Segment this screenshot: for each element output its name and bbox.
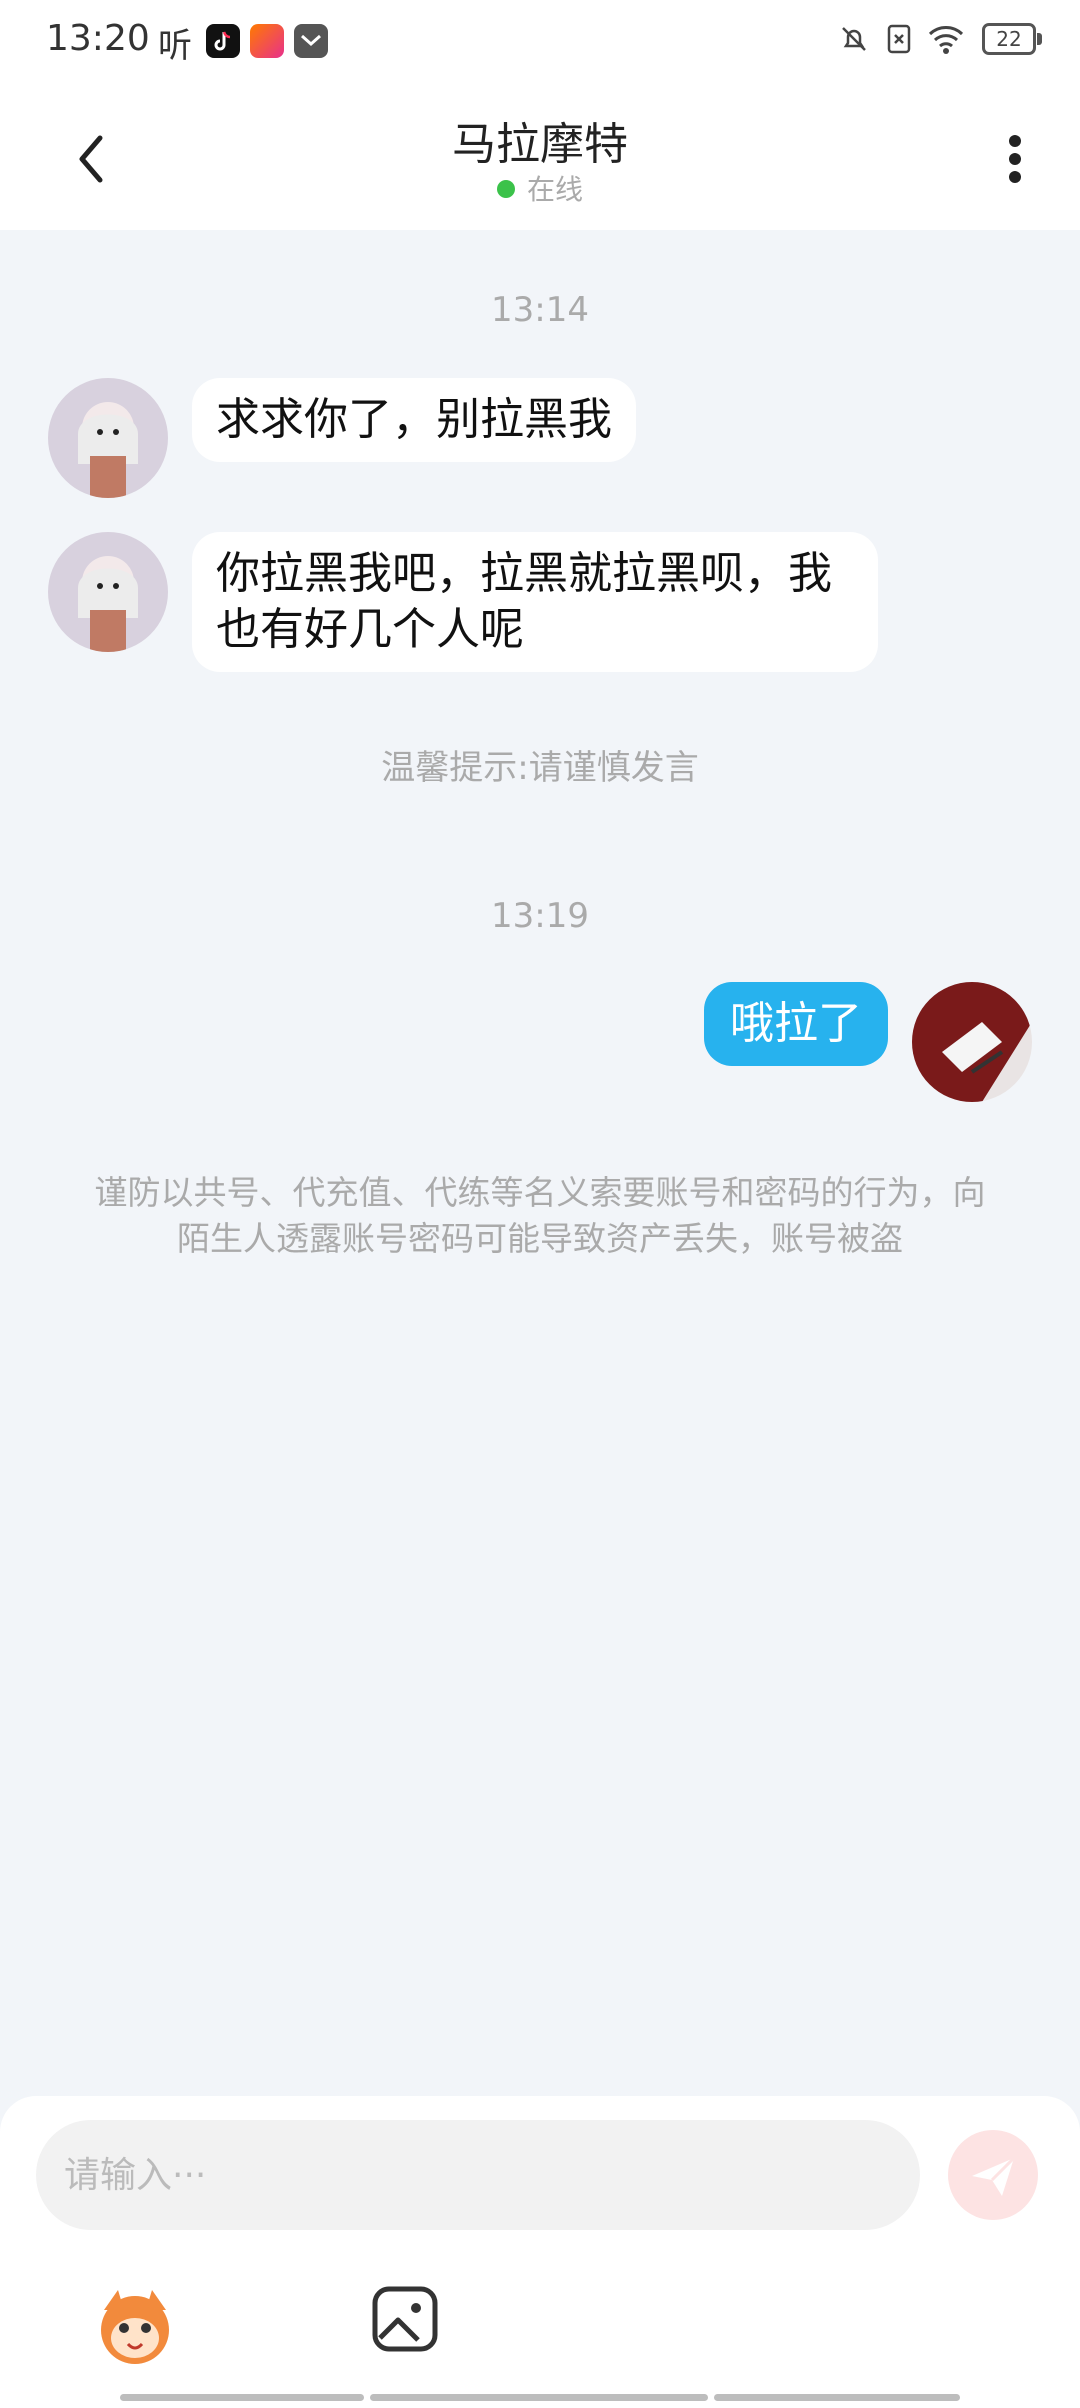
online-dot <box>496 180 515 198</box>
emoji-mascot-icon <box>101 2290 169 2364</box>
bell-off-icon <box>841 27 866 51</box>
app-icon-gray <box>294 24 328 58</box>
image-icon <box>372 2286 438 2352</box>
contact-avatar[interactable] <box>48 532 168 652</box>
emoji-button[interactable] <box>90 2280 180 2370</box>
image-button[interactable] <box>370 2284 440 2354</box>
nav-segment <box>714 2394 960 2401</box>
status-icons: 22 <box>829 22 1042 62</box>
my-avatar[interactable] <box>912 982 1032 1102</box>
chat-area[interactable]: 13:14 求求你了，别拉黑我 你拉黑我吧，拉黑就拉黑呗，我也有好几个人呢 温馨… <box>0 230 1080 2100</box>
message-timestamp: 13:14 <box>491 290 589 330</box>
status-time: 13:20 <box>46 18 150 59</box>
contact-name: 马拉摩特 <box>452 119 628 170</box>
gesture-bar <box>0 2394 1080 2402</box>
security-warning: 谨防以共号、代充值、代练等名义索要账号和密码的行为，向陌生人透露账号密码可能导致… <box>94 1173 986 1258</box>
wifi-icon <box>928 26 963 54</box>
battery-indicator: 22 <box>982 23 1042 55</box>
message-timestamp: 13:19 <box>491 896 589 936</box>
more-vertical-icon <box>1009 135 1021 183</box>
app-icon-orange <box>250 24 284 58</box>
ting-app-label: 听 <box>158 26 192 66</box>
outgoing-message[interactable]: 哦拉了 <box>704 982 888 1066</box>
nav-segment <box>370 2394 708 2401</box>
composer <box>0 2096 1080 2408</box>
message-input[interactable] <box>36 2120 920 2230</box>
nav-segment <box>120 2394 364 2401</box>
incoming-message[interactable]: 你拉黑我吧，拉黑就拉黑呗，我也有好几个人呢 <box>192 532 878 672</box>
online-status: 在线 <box>0 168 1080 208</box>
send-icon <box>972 2156 1016 2196</box>
send-button[interactable] <box>948 2130 1038 2220</box>
chat-header: 马拉摩特 在线 <box>0 84 1080 230</box>
tiktok-icon <box>206 24 240 58</box>
more-button[interactable] <box>990 124 1040 194</box>
online-status-text: 在线 <box>526 173 583 206</box>
status-bar: 13:20 听 22 <box>0 0 1080 84</box>
hint-text: 温馨提示:请谨慎发言 <box>381 748 699 788</box>
sim-off-icon <box>887 24 911 54</box>
incoming-message[interactable]: 求求你了，别拉黑我 <box>192 378 636 462</box>
contact-avatar[interactable] <box>48 378 168 498</box>
